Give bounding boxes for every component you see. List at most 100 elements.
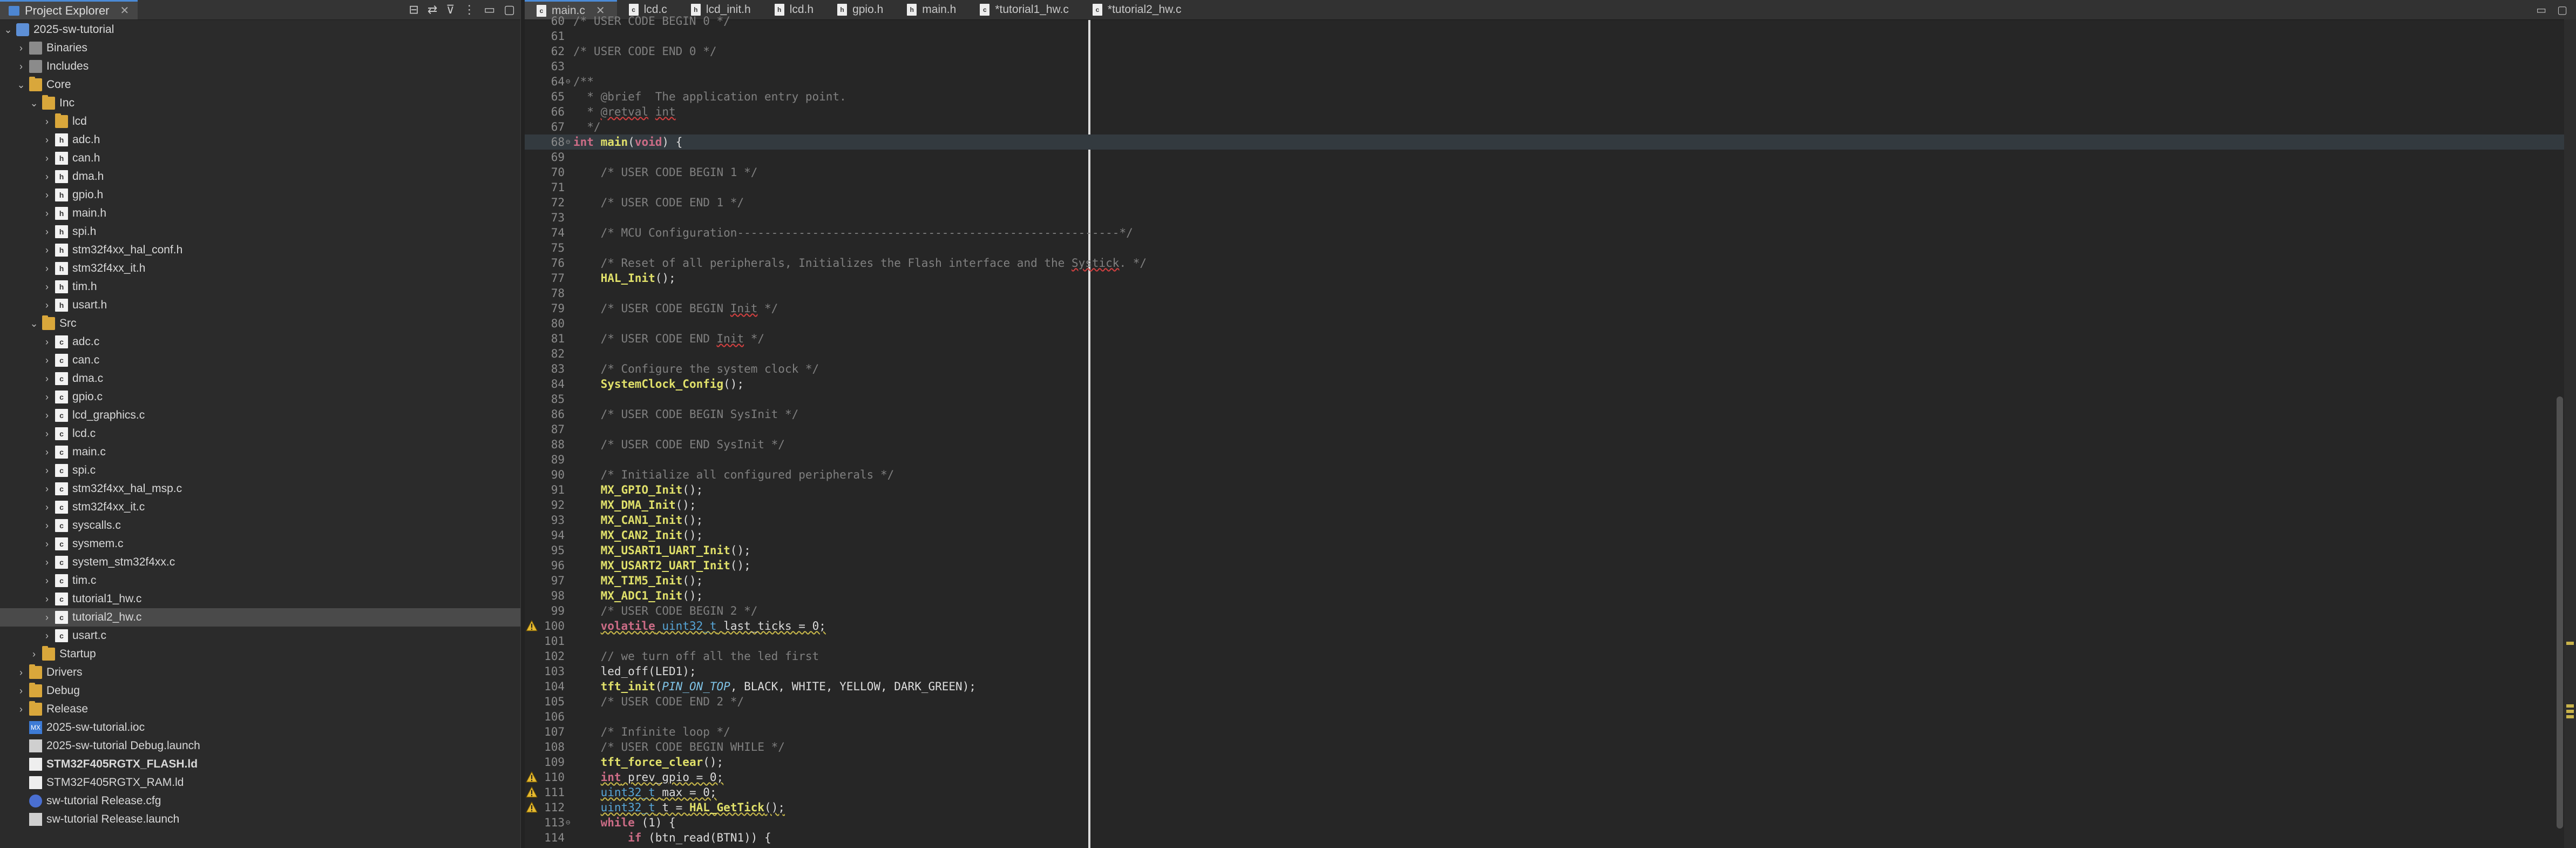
tree-item[interactable]: › c can.c — [0, 351, 520, 369]
filter-icon[interactable]: ⊽ — [446, 3, 455, 17]
tree-item[interactable]: › c usart.c — [0, 627, 520, 645]
link-with-editor-icon[interactable]: ⇄ — [428, 3, 437, 17]
code-line[interactable]: 95 MX_USART1_UART_Init(); — [525, 543, 2576, 558]
tree-item[interactable]: › Binaries — [0, 39, 520, 57]
code-line[interactable]: 65 * @brief The application entry point. — [525, 89, 2576, 104]
chevron-down-icon[interactable]: ⌄ — [2, 21, 14, 39]
tree-item[interactable]: › h gpio.h — [0, 186, 520, 204]
chevron-right-icon[interactable]: › — [41, 278, 53, 296]
chevron-right-icon[interactable]: › — [15, 57, 27, 76]
tree-item[interactable]: › c tutorial2_hw.c — [0, 608, 520, 627]
maximize-icon[interactable]: ▢ — [504, 3, 515, 17]
chevron-right-icon[interactable]: › — [41, 627, 53, 645]
code-line[interactable]: 96 MX_USART2_UART_Init(); — [525, 558, 2576, 573]
code-line[interactable]: 107 /* Infinite loop */ — [525, 724, 2576, 739]
code-line[interactable]: 102 // we turn off all the led first — [525, 649, 2576, 664]
tree-item[interactable]: › Release — [0, 700, 520, 718]
tree-item[interactable]: › Debug — [0, 682, 520, 700]
code-line[interactable]: 105 /* USER CODE END 2 */ — [525, 694, 2576, 709]
chevron-right-icon[interactable]: › — [41, 461, 53, 480]
chevron-right-icon[interactable]: › — [41, 167, 53, 186]
code-line[interactable]: 64 ⊖/** — [525, 74, 2576, 89]
code-line[interactable]: 99 /* USER CODE BEGIN 2 */ — [525, 603, 2576, 618]
code-line[interactable]: 112 uint32_t t = HAL_GetTick(); — [525, 800, 2576, 815]
code-line[interactable]: 62 /* USER CODE END 0 */ — [525, 44, 2576, 59]
chevron-down-icon[interactable]: ⌄ — [28, 314, 40, 333]
close-icon[interactable]: ✕ — [120, 4, 130, 17]
code-line[interactable]: 90 /* Initialize all configured peripher… — [525, 467, 2576, 482]
chevron-down-icon[interactable]: ⌄ — [28, 94, 40, 112]
chevron-down-icon[interactable]: ⌄ — [15, 76, 27, 94]
tree-item[interactable]: › c gpio.c — [0, 388, 520, 406]
chevron-right-icon[interactable]: › — [41, 351, 53, 369]
vertical-scrollbar[interactable] — [2557, 396, 2563, 829]
code-line[interactable]: 94 MX_CAN2_Init(); — [525, 528, 2576, 543]
code-line[interactable]: 84 SystemClock_Config(); — [525, 376, 2576, 392]
chevron-right-icon[interactable]: › — [41, 443, 53, 461]
code-line[interactable]: 67 */ — [525, 119, 2576, 134]
tree-item[interactable]: › c tutorial1_hw.c — [0, 590, 520, 608]
chevron-right-icon[interactable]: › — [41, 425, 53, 443]
chevron-right-icon[interactable]: › — [41, 553, 53, 571]
code-line[interactable]: 69 — [525, 150, 2576, 165]
chevron-right-icon[interactable]: › — [41, 112, 53, 131]
code-line[interactable]: 74 /* MCU Configuration-----------------… — [525, 225, 2576, 240]
code-line[interactable]: 72 /* USER CODE END 1 */ — [525, 195, 2576, 210]
code-line[interactable]: 109 tft_force_clear(); — [525, 755, 2576, 770]
tree-item[interactable]: › c lcd.c — [0, 425, 520, 443]
tree-item[interactable]: › c main.c — [0, 443, 520, 461]
chevron-right-icon[interactable]: › — [28, 645, 40, 663]
code-line[interactable]: 98 MX_ADC1_Init(); — [525, 588, 2576, 603]
tree-item[interactable]: › Startup — [0, 645, 520, 663]
code-line[interactable]: 89 — [525, 452, 2576, 467]
chevron-right-icon[interactable]: › — [15, 39, 27, 57]
tree-item[interactable]: › c stm32f4xx_hal_msp.c — [0, 480, 520, 498]
view-menu-icon[interactable]: ⋮ — [463, 3, 475, 17]
code-line[interactable]: 101 — [525, 634, 2576, 649]
code-line[interactable]: 63 — [525, 59, 2576, 74]
code-line[interactable]: 111 uint32_t max = 0; — [525, 785, 2576, 800]
tree-item[interactable]: STM32F405RGTX_RAM.ld — [0, 773, 520, 792]
ruler-warning-mark[interactable] — [2566, 642, 2574, 645]
tree-item[interactable]: › lcd — [0, 112, 520, 131]
code-line[interactable]: 79 /* USER CODE BEGIN Init */ — [525, 301, 2576, 316]
tree-item[interactable]: › h spi.h — [0, 223, 520, 241]
tree-item[interactable]: › h dma.h — [0, 167, 520, 186]
tree-item[interactable]: › c spi.c — [0, 461, 520, 480]
code-line[interactable]: 66 * @retval int — [525, 104, 2576, 119]
tree-item[interactable]: ⌄ Core — [0, 76, 520, 94]
chevron-right-icon[interactable]: › — [15, 682, 27, 700]
chevron-right-icon[interactable]: › — [41, 223, 53, 241]
code-line[interactable]: 86 /* USER CODE BEGIN SysInit */ — [525, 407, 2576, 422]
code-line[interactable]: 97 MX_TIM5_Init(); — [525, 573, 2576, 588]
tree-item[interactable]: › c dma.c — [0, 369, 520, 388]
code-line[interactable]: 76 /* Reset of all peripherals, Initiali… — [525, 255, 2576, 271]
tree-item[interactable]: ⌄ 2025-sw-tutorial — [0, 21, 520, 39]
code-line[interactable]: 88 /* USER CODE END SysInit */ — [525, 437, 2576, 452]
code-line[interactable]: 68 ⊖ int main(void) { — [525, 134, 2576, 150]
tree-item[interactable]: › h can.h — [0, 149, 520, 167]
chevron-right-icon[interactable]: › — [15, 663, 27, 682]
chevron-right-icon[interactable]: › — [41, 186, 53, 204]
code-line[interactable]: 100 volatile uint32_t last_ticks = 0; — [525, 618, 2576, 634]
code-line[interactable]: 83 /* Configure the system clock */ — [525, 361, 2576, 376]
code-line[interactable]: 92 MX_DMA_Init(); — [525, 497, 2576, 513]
tree-item[interactable]: sw-tutorial Release.launch — [0, 810, 520, 829]
chevron-right-icon[interactable]: › — [41, 131, 53, 149]
chevron-right-icon[interactable]: › — [41, 571, 53, 590]
code-line[interactable]: 60 /* USER CODE BEGIN 0 */ — [525, 14, 2576, 29]
tree-item[interactable]: › c stm32f4xx_it.c — [0, 498, 520, 516]
minimize-icon[interactable]: ▭ — [484, 3, 495, 17]
code-line[interactable]: 103 led_off(LED1); — [525, 664, 2576, 679]
code-line[interactable]: 61 — [525, 29, 2576, 44]
code-line[interactable]: 71 — [525, 180, 2576, 195]
tree-item[interactable]: ⌄ Inc — [0, 94, 520, 112]
code-line[interactable]: 85 — [525, 392, 2576, 407]
tree-item[interactable]: › Drivers — [0, 663, 520, 682]
code-line[interactable]: 81 /* USER CODE END Init */ — [525, 331, 2576, 346]
tree-item[interactable]: STM32F405RGTX_FLASH.ld — [0, 755, 520, 773]
code-line[interactable]: 73 — [525, 210, 2576, 225]
tree-item[interactable]: › c adc.c — [0, 333, 520, 351]
tree-item[interactable]: › c tim.c — [0, 571, 520, 590]
ruler-warning-mark[interactable] — [2566, 710, 2574, 713]
